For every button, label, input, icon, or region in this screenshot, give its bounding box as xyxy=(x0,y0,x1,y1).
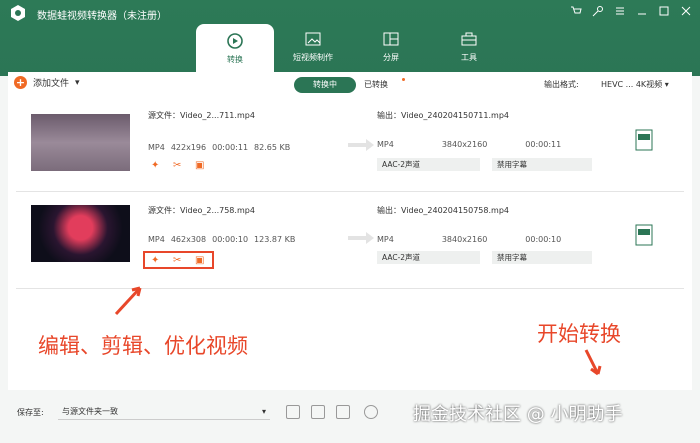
source-resolution: 462x308 xyxy=(170,235,207,244)
split-screen-icon xyxy=(383,32,399,45)
annotation-edit-text: 编辑、剪辑、优化视频 xyxy=(38,334,248,358)
add-file-button[interactable]: + 添加文件 ▾ xyxy=(14,76,80,89)
video-thumbnail[interactable] xyxy=(31,205,130,262)
enhance-icon[interactable]: ▣ xyxy=(195,160,207,172)
window-title: 数据蛙视频转换器（未注册） xyxy=(37,11,167,22)
audio-select[interactable]: AAC-2声道 xyxy=(377,251,480,264)
tab-split-screen[interactable]: 分屏 xyxy=(352,24,430,68)
tab-converting[interactable]: 转换中 xyxy=(294,77,356,93)
chevron-down-icon: ▾ xyxy=(75,77,80,88)
output-duration: 00:00:10 xyxy=(525,235,562,244)
close-icon[interactable] xyxy=(678,3,694,19)
hevc-format-icon[interactable] xyxy=(634,223,654,247)
annotation-arrow-icon xyxy=(584,349,602,376)
flash-off-icon[interactable] xyxy=(311,405,325,419)
arrow-right-icon xyxy=(348,139,374,151)
minimize-icon[interactable] xyxy=(634,3,650,19)
output-resolution: 3840x2160 xyxy=(441,235,488,244)
source-filename: 源文件：Video_2...758.mp4 xyxy=(148,206,255,215)
arrow-right-icon xyxy=(348,232,374,244)
tab-label: 工具 xyxy=(461,52,477,62)
save-path-value: 与源文件夹一致 xyxy=(62,407,118,416)
cart-icon[interactable] xyxy=(568,3,584,19)
notification-dot xyxy=(402,78,405,81)
chevron-down-icon: ▾ xyxy=(261,407,266,416)
toolbar: + 添加文件 ▾ 转换中 已转换 输出格式: HEVC ... 4K视频 ▾ xyxy=(8,72,692,98)
key-icon[interactable] xyxy=(590,3,606,19)
annotation-start-text: 开始转换 xyxy=(537,322,621,346)
tab-convert[interactable]: 转换 xyxy=(196,24,274,72)
menu-icon[interactable] xyxy=(612,3,628,19)
subtitle-select[interactable]: 禁用字幕 xyxy=(492,251,592,264)
output-resolution: 3840x2160 xyxy=(441,140,488,149)
output-filename: 输出：Video_240204150711.mp4 xyxy=(377,111,509,120)
tab-label: 分屏 xyxy=(383,52,399,62)
source-format: MP4 xyxy=(148,143,165,152)
tab-short-video[interactable]: 短视频制作 xyxy=(274,24,352,68)
cut-icon[interactable]: ✂ xyxy=(173,160,185,172)
convert-icon xyxy=(227,32,243,49)
output-format-select[interactable]: HEVC ... 4K视频 ▾ xyxy=(595,76,685,94)
file-row[interactable]: 源文件：Video_2...758.mp4 MP4 462x308 00:00:… xyxy=(16,193,684,289)
tab-tools[interactable]: 工具 xyxy=(430,24,508,68)
source-size: 123.87 KB xyxy=(254,235,296,244)
add-file-label: 添加文件 xyxy=(33,79,70,89)
source-resolution: 422x196 xyxy=(170,143,207,152)
maximize-icon[interactable] xyxy=(656,3,672,19)
file-row[interactable]: 源文件：Video_2...711.mp4 MP4 422x196 00:00:… xyxy=(16,98,684,192)
source-duration: 00:00:10 xyxy=(212,235,249,244)
source-format: MP4 xyxy=(148,235,165,244)
source-filename: 源文件：Video_2...711.mp4 xyxy=(148,111,255,120)
output-format: MP4 xyxy=(377,235,394,244)
edit-icon[interactable]: ✦ xyxy=(151,160,163,172)
chevron-down-icon: ▾ xyxy=(664,80,669,89)
tab-label: 转换 xyxy=(227,54,243,64)
app-window: 数据蛙视频转换器（未注册） 转换 短视频制作 分屏 工具 + 添加文件 ▾ 转换… xyxy=(0,0,700,443)
watermark: 掘金技术社区 @ 小明助手 xyxy=(413,404,623,425)
subtitle-select[interactable]: 禁用字幕 xyxy=(492,158,592,171)
toolbox-icon xyxy=(461,32,477,45)
app-logo-icon xyxy=(11,5,25,21)
audio-select[interactable]: AAC-2声道 xyxy=(377,158,480,171)
tab-converted[interactable]: 已转换 xyxy=(364,77,388,93)
annotation-highlight-box xyxy=(143,251,214,269)
output-duration: 00:00:11 xyxy=(525,140,562,149)
short-video-icon xyxy=(305,32,321,45)
save-path-select[interactable]: 与源文件夹一致 ▾ xyxy=(58,404,270,420)
output-filename: 输出：Video_240204150758.mp4 xyxy=(377,206,509,215)
output-format-value: HEVC ... 4K视频 xyxy=(601,80,663,89)
save-to-label: 保存至: xyxy=(17,408,44,417)
output-format-label: 输出格式: xyxy=(544,80,579,89)
video-thumbnail[interactable] xyxy=(31,114,130,171)
title-bar: 数据蛙视频转换器（未注册） 转换 短视频制作 分屏 工具 xyxy=(0,0,700,76)
gpu-off-icon[interactable] xyxy=(336,405,350,419)
tab-label: 短视频制作 xyxy=(293,52,333,62)
output-format: MP4 xyxy=(377,140,394,149)
folder-icon[interactable] xyxy=(286,405,300,419)
plus-icon: + xyxy=(14,76,27,89)
annotation-arrow-icon xyxy=(114,286,142,316)
source-duration: 00:00:11 xyxy=(212,143,249,152)
source-size: 82.65 KB xyxy=(254,143,291,152)
hevc-format-icon[interactable] xyxy=(634,128,654,152)
settings-icon[interactable] xyxy=(364,405,378,419)
